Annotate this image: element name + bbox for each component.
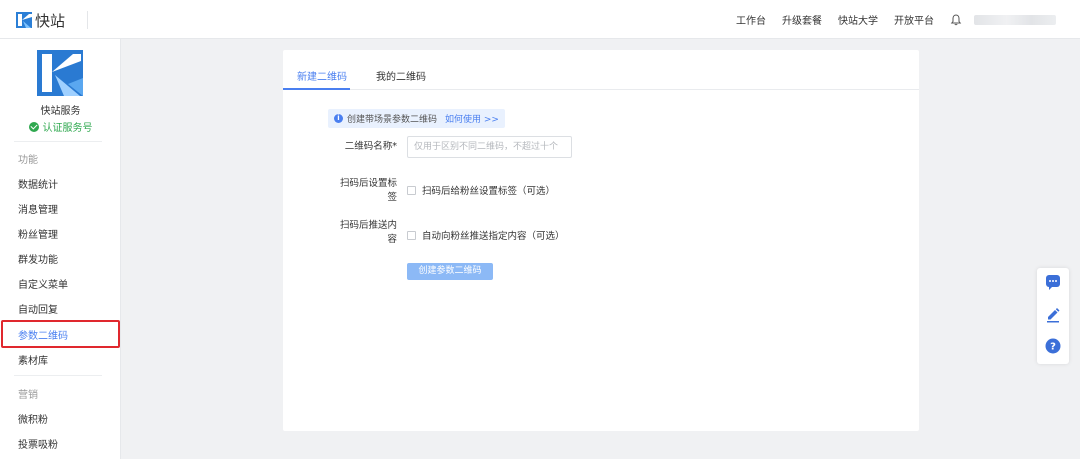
nav-upgrade-plan[interactable]: 升级套餐 bbox=[782, 12, 822, 27]
top-nav: 工作台 升级套餐 快站大学 开放平台 bbox=[720, 0, 1056, 39]
active-tab-underline bbox=[283, 88, 350, 90]
logo-text: 快站 bbox=[35, 11, 66, 30]
floating-toolbar: ? bbox=[1037, 268, 1069, 364]
sidebar-divider bbox=[14, 375, 102, 376]
sidebar-item-fans-mgmt[interactable]: 粉丝管理 bbox=[18, 226, 58, 241]
tab-new-qrcode[interactable]: 新建二维码 bbox=[297, 68, 347, 83]
tab-my-qrcode[interactable]: 我的二维码 bbox=[376, 68, 426, 83]
tag-checkbox[interactable] bbox=[407, 185, 416, 195]
sidebar-item-message-mgmt[interactable]: 消息管理 bbox=[18, 201, 58, 216]
tag-setting-label: 扫码后设置标 签 bbox=[339, 178, 397, 203]
logo[interactable]: 快站 bbox=[16, 10, 65, 30]
tag-option-row[interactable]: 扫码后给粉丝设置标签（可选） bbox=[407, 183, 555, 197]
tab-bar: 新建二维码 我的二维码 bbox=[283, 50, 919, 90]
logo-k-icon bbox=[16, 12, 32, 28]
sidebar-item-data-stats[interactable]: 数据统计 bbox=[18, 176, 58, 191]
info-icon: i bbox=[334, 114, 343, 123]
user-account-blurred[interactable] bbox=[974, 14, 1056, 25]
logo-divider bbox=[87, 11, 88, 29]
tag-option-label: 扫码后给粉丝设置标签（可选） bbox=[422, 186, 556, 197]
sidebar-item-param-qrcode[interactable]: 参数二维码 bbox=[18, 327, 68, 342]
account-name: 快站服务 bbox=[40, 106, 81, 117]
nav-workbench[interactable]: 工作台 bbox=[736, 12, 766, 27]
verified-label: 认证服务号 bbox=[42, 123, 93, 134]
nav-kuaizhan-university[interactable]: 快站大学 bbox=[838, 12, 878, 27]
push-option-label: 自动向粉丝推送指定内容（可选） bbox=[422, 231, 565, 242]
push-checkbox[interactable] bbox=[407, 230, 416, 240]
push-content-label: 扫码后推送内 容 bbox=[339, 220, 397, 245]
nav-open-platform[interactable]: 开放平台 bbox=[894, 12, 934, 27]
chat-icon[interactable] bbox=[1043, 272, 1063, 292]
hint-text: 创建带场景参数二维码 bbox=[347, 115, 438, 125]
sidebar: 快站服务 认证服务号 功能 数据统计 消息管理 粉丝管理 群发功能 自定义菜单 … bbox=[0, 39, 121, 459]
push-option-row[interactable]: 自动向粉丝推送指定内容（可选） bbox=[407, 228, 565, 242]
check-circle-icon bbox=[28, 121, 39, 132]
verified-status: 认证服务号 bbox=[0, 119, 121, 134]
qrcode-name-input[interactable] bbox=[407, 136, 572, 158]
qrcode-name-label: 二维码名称* bbox=[344, 141, 397, 152]
help-icon[interactable]: ? bbox=[1043, 336, 1063, 356]
create-qrcode-button[interactable]: 创建参数二维码 bbox=[407, 263, 493, 280]
sidebar-item-auto-reply[interactable]: 自动回复 bbox=[18, 301, 58, 316]
svg-text:?: ? bbox=[1050, 342, 1056, 353]
how-to-use-link[interactable]: 如何使用 >> bbox=[445, 112, 499, 125]
sidebar-item-material-library[interactable]: 素材库 bbox=[18, 352, 48, 367]
sidebar-item-vote-fans[interactable]: 投票吸粉 bbox=[18, 436, 58, 451]
section-marketing: 营销 bbox=[18, 390, 38, 401]
avatar bbox=[37, 50, 83, 96]
sidebar-item-broadcast[interactable]: 群发功能 bbox=[18, 251, 58, 266]
sidebar-item-micro-points[interactable]: 微积粉 bbox=[18, 411, 48, 426]
edit-icon[interactable] bbox=[1043, 304, 1063, 324]
info-hint: i 创建带场景参数二维码 如何使用 >> bbox=[328, 109, 505, 128]
sidebar-item-custom-menu[interactable]: 自定义菜单 bbox=[18, 276, 68, 291]
bell-icon[interactable] bbox=[950, 13, 962, 26]
top-bar: 快站 工作台 升级套餐 快站大学 开放平台 bbox=[0, 0, 1080, 39]
section-function: 功能 bbox=[18, 155, 38, 166]
main-card: 新建二维码 我的二维码 i 创建带场景参数二维码 如何使用 >> 二维码名称* … bbox=[283, 50, 919, 431]
sidebar-divider bbox=[14, 141, 102, 142]
